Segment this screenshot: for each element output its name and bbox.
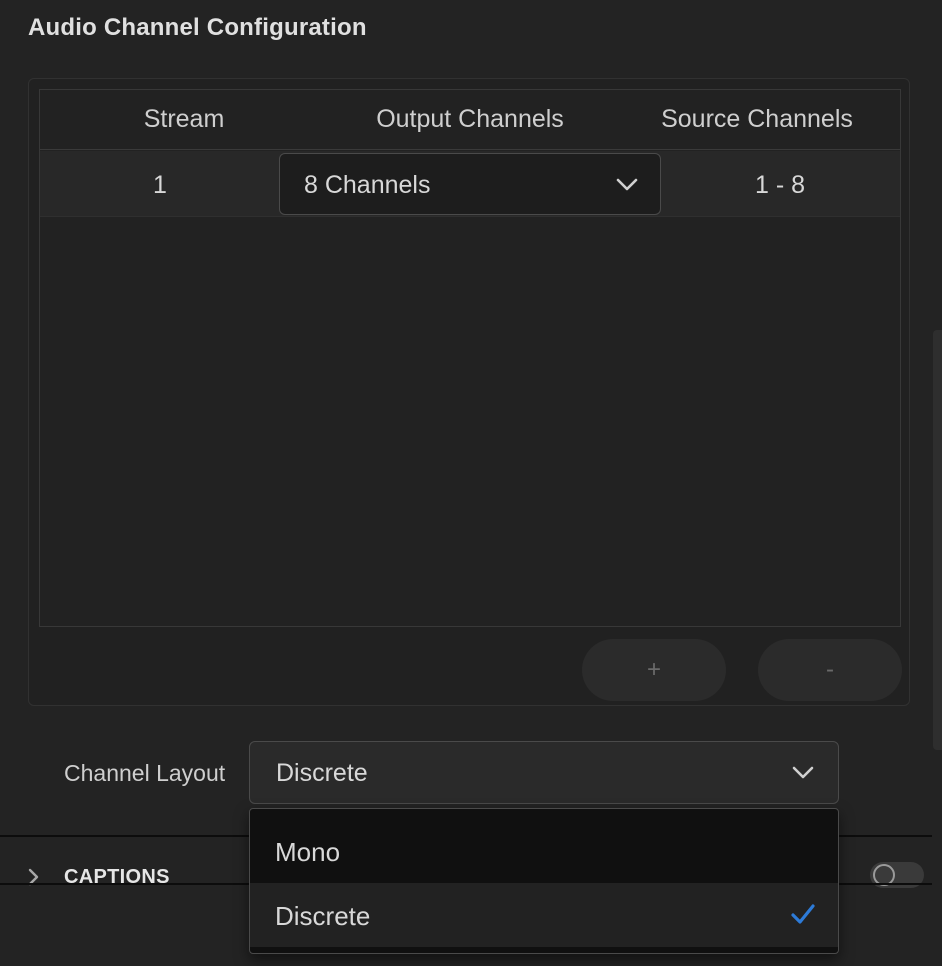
table-header: Stream Output Channels Source Channels [40,90,900,150]
channel-layout-menu: Mono Discrete [249,808,839,954]
stream-number: 1 [153,171,167,199]
channel-layout-label: Channel Layout [64,760,226,786]
menu-item-label: Mono [275,837,341,867]
chevron-down-icon [616,178,638,191]
channel-layout-value: Discrete [276,759,368,787]
channel-table: Stream Output Channels Source Channels 1… [39,89,901,627]
channel-layout-dropdown[interactable]: Discrete [249,741,839,804]
output-channels-value: 8 Channels [304,171,431,199]
menu-item-label: Discrete [275,901,371,931]
column-header-output-channels: Output Channels [376,105,564,133]
chevron-down-icon [792,766,814,779]
check-icon [791,904,815,924]
menu-item-mono[interactable]: Mono [250,819,838,883]
column-header-source-channels: Source Channels [661,105,853,133]
column-header-stream: Stream [143,105,225,133]
captions-section-label[interactable]: CAPTIONS [64,866,170,889]
audio-channel-panel: Stream Output Channels Source Channels 1… [28,78,910,706]
source-channels-value: 1 - 8 [754,171,806,199]
section-title: Audio Channel Configuration [28,14,367,41]
menu-item-discrete[interactable]: Discrete [250,883,838,947]
output-channels-dropdown[interactable]: 8 Channels [279,153,661,215]
add-stream-button[interactable]: + [582,639,726,701]
remove-stream-button[interactable]: - [758,639,902,701]
table-row[interactable]: 1 8 Channels 1 - 8 [40,151,900,217]
scrollbar[interactable] [933,330,942,750]
